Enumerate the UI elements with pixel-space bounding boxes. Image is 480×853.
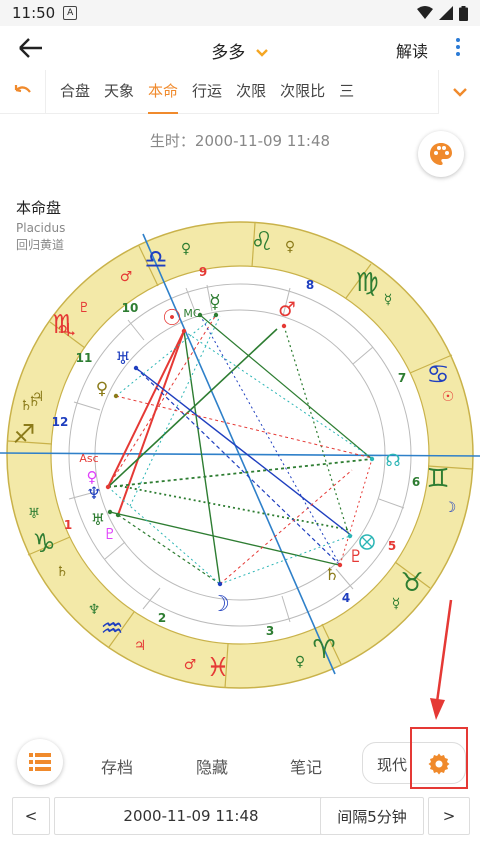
sign-aquarius-glyph: ♒: [100, 614, 123, 644]
style-label: 现代: [377, 756, 408, 774]
tabs-expand-icon[interactable]: [438, 69, 480, 114]
neptune-ruler-glyph: ♆: [88, 602, 101, 618]
highlight-box: [410, 727, 468, 789]
palette-button[interactable]: [418, 131, 464, 177]
venus-ruler-glyph: ♀: [181, 241, 191, 257]
interval-selector[interactable]: 间隔5分钟: [320, 797, 424, 835]
asc-label: Asc: [79, 452, 98, 465]
tab-synastry[interactable]: 合盘: [60, 70, 90, 114]
mars-planet-glyph: ♂: [278, 297, 296, 321]
battery-icon: [459, 5, 468, 21]
natal-chart-wheel[interactable]: ♌ ♍ ♋ ♊ ♉ ♈ ♓ ♒ ♑ ♐ ♏ ♎ ♀ ♂ ♇ ♃ ♄ ♅ ♄ ♆ …: [0, 216, 480, 696]
sun-ruler-glyph: ☉: [442, 389, 455, 405]
house-number-9: 9: [199, 265, 207, 279]
status-bar: 11:50 A: [0, 0, 480, 26]
node-planet-glyph: ☊: [385, 451, 400, 471]
undo-icon[interactable]: [0, 69, 46, 114]
pluto-planet-glyph-2: ♇: [348, 547, 363, 567]
house-number-8: 8: [306, 278, 314, 292]
tab-progression-compare[interactable]: 次限比: [280, 70, 325, 114]
house-number-5: 5: [388, 539, 396, 553]
date-time-field[interactable]: 2000-11-09 11:48: [54, 797, 328, 835]
mercury-ruler-glyph: ☿: [392, 596, 401, 612]
sign-taurus-glyph: ♉: [400, 568, 423, 598]
wifi-icon: [417, 6, 433, 19]
sign-sagittarius-glyph: ♐: [12, 420, 35, 450]
chart-title: 本命盘: [16, 199, 62, 217]
house-number-2: 2: [158, 611, 166, 625]
house-number-4: 4: [342, 591, 350, 605]
bottom-actions: 存档 隐藏 笔记 现代: [0, 736, 480, 792]
profile-name: 多多: [211, 43, 246, 63]
house-number-12: 12: [52, 415, 69, 429]
list-icon: [29, 753, 51, 771]
chart-type-tabs: 合盘 天象 本命 行运 次限 次限比 三: [0, 69, 480, 114]
pluto-ruler-glyph: ♇: [78, 300, 91, 316]
tab-natal[interactable]: 本命: [148, 70, 179, 114]
chevron-down-icon: [255, 49, 268, 57]
sign-capricorn-glyph: ♑: [32, 529, 55, 559]
sign-pisces-glyph: ♓: [206, 653, 229, 683]
mars-ruler-glyph-2: ♂: [184, 657, 197, 673]
sign-libra-glyph: ♎: [144, 245, 167, 275]
pluto-planet-glyph: ♇: [103, 525, 116, 543]
sign-cancer-glyph: ♋: [426, 360, 449, 390]
birth-time: 生时：2000-11-09 11:48: [149, 132, 331, 150]
saturn-sign-glyph: ♄: [20, 398, 33, 414]
venus-ruler-glyph-3: ♀: [285, 239, 295, 255]
prev-time-button[interactable]: <: [12, 797, 50, 835]
sun-planet-glyph: ☉: [162, 306, 182, 331]
status-icons: [417, 5, 468, 21]
jupiter-ruler-glyph-2: ♃: [134, 638, 147, 654]
app-bar: 多多 解读: [0, 26, 480, 70]
tab-tertiary[interactable]: 三: [339, 70, 354, 114]
more-options-icon[interactable]: [450, 35, 466, 59]
archive-button[interactable]: 存档: [101, 754, 133, 778]
house-number-3: 3: [266, 624, 274, 638]
house-number-11: 11: [76, 351, 93, 365]
house-number-7: 7: [398, 371, 406, 385]
sim-icon: A: [63, 6, 78, 20]
status-time: 11:50: [12, 4, 56, 22]
moon-planet-glyph: ☽: [210, 592, 230, 617]
tab-progression[interactable]: 次限: [236, 70, 266, 114]
explain-button[interactable]: 解读: [396, 38, 428, 62]
tab-transit[interactable]: 行运: [192, 70, 222, 114]
list-button[interactable]: [17, 739, 63, 785]
venus-planet-glyph: ♀: [96, 379, 108, 399]
time-navigation: < 2000-11-09 11:48 间隔5分钟 >: [12, 797, 470, 835]
mars-ruler-glyph: ♂: [120, 269, 133, 285]
venus-ruler-glyph-2: ♀: [295, 654, 305, 670]
neptune-planet-glyph: ♆: [86, 484, 101, 504]
moon-ruler-glyph: ☽: [444, 500, 457, 516]
palette-icon: [430, 143, 452, 165]
signal-icon: [439, 6, 453, 20]
house-number-6: 6: [412, 475, 420, 489]
house-number-10: 10: [122, 301, 139, 315]
mc-label: MC: [183, 307, 200, 320]
hide-button[interactable]: 隐藏: [196, 754, 228, 778]
sign-virgo-glyph: ♍: [355, 268, 378, 298]
sign-leo-glyph: ♌: [250, 227, 273, 257]
sign-gemini-glyph: ♊: [426, 464, 449, 494]
tab-transit-sky[interactable]: 天象: [104, 70, 134, 114]
jupiter-sign-glyph: ♃: [56, 320, 72, 341]
sign-aries-glyph: ♈: [312, 635, 335, 665]
mercury-ruler-glyph-2: ☿: [384, 292, 393, 308]
saturn-ruler-glyph-2: ♄: [56, 564, 69, 580]
house-number-1: 1: [64, 518, 72, 532]
next-time-button[interactable]: >: [428, 797, 470, 835]
notes-button[interactable]: 笔记: [290, 754, 322, 778]
tab-list: 合盘 天象 本命 行运 次限 次限比 三: [46, 70, 438, 114]
mercury-planet-glyph: ☿: [209, 291, 221, 313]
uranus-planet-glyph: ♅: [115, 349, 130, 369]
saturn-planet-glyph: ♄: [324, 565, 339, 585]
highlight-arrow-icon: [430, 599, 453, 720]
uranus-ruler-glyph: ♅: [28, 506, 41, 522]
